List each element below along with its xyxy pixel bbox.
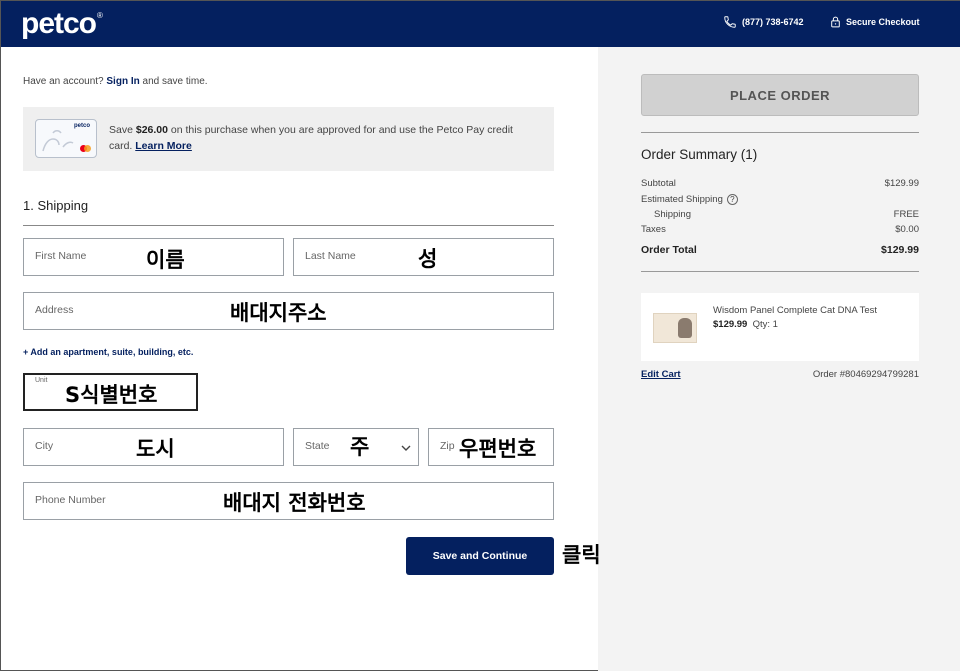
pet-illustration-icon [42,130,74,152]
top-header: petco® (877) 738-6742 Secure Checkout [1,1,960,47]
secure-checkout-label: Secure Checkout [846,17,920,27]
city-placeholder: City [35,440,54,452]
sign-in-link[interactable]: Sign In [106,76,139,87]
cart-item: Wisdom Panel Complete Cat DNA Test $129.… [641,293,919,361]
city-field[interactable]: City 도시 [23,428,284,466]
zip-placeholder: Zip [440,440,455,452]
petco-pay-promo: petco Save $26.00 on this purchase when … [23,107,554,171]
first-name-value: 이름 [146,248,185,272]
unit-field[interactable]: Unit S식별번호 [23,373,198,411]
click-annotation: 클릭 [562,543,601,567]
divider [641,271,919,272]
phone-placeholder: Phone Number [35,494,106,506]
unit-value: S식별번호 [65,383,158,407]
phone-number-field[interactable]: Phone Number 배대지 전화번호 [23,482,554,520]
product-price: $129.99 Qty: 1 [713,319,778,330]
chevron-down-icon [401,445,411,451]
first-name-placeholder: First Name [35,250,87,262]
state-select[interactable]: State 주 [293,428,419,466]
address-field[interactable]: Address 배대지주소 [23,292,554,330]
taxes-row: Taxes $0.00 [641,224,919,235]
petco-pay-card-image: petco [35,119,97,158]
petco-logo[interactable]: petco® [21,7,103,41]
phone-icon [724,16,736,28]
account-prompt: Have an account? Sign In and save time. [23,76,208,87]
subtotal-row: Subtotal $129.99 [641,178,919,189]
edit-cart-link[interactable]: Edit Cart [641,369,681,380]
zip-field[interactable]: Zip 우편번호 [428,428,554,466]
shipping-section-title: 1. Shipping [23,198,89,213]
product-qty: Qty: 1 [752,319,778,330]
address-value: 배대지주소 [230,301,327,325]
last-name-placeholder: Last Name [305,250,356,262]
promo-text: Save $26.00 on this purchase when you ar… [109,124,513,152]
last-name-value: 성 [418,247,438,271]
order-number: Order #80469294799281 [812,369,919,380]
product-image[interactable] [653,313,697,343]
product-name[interactable]: Wisdom Panel Complete Cat DNA Test [713,305,877,316]
help-icon[interactable]: ? [726,194,738,205]
lock-icon [831,16,840,28]
state-placeholder: State [305,440,330,452]
order-summary-title: Order Summary (1) [641,147,758,162]
secure-checkout: Secure Checkout [829,15,920,29]
save-and-continue-button[interactable]: Save and Continue [406,537,554,575]
city-value: 도시 [136,437,175,461]
promo-amount: $26.00 [135,124,168,136]
last-name-field[interactable]: Last Name 성 [293,238,554,276]
phone-link[interactable]: (877) 738-6742 [723,15,804,29]
address-placeholder: Address [35,304,74,316]
add-apartment-link[interactable]: + Add an apartment, suite, building, etc… [23,347,193,357]
first-name-field[interactable]: First Name 이름 [23,238,284,276]
unit-label: Unit [35,377,48,384]
divider [23,225,554,226]
order-total-row: Order Total $129.99 [641,244,919,256]
shipping-row: Shipping FREE [654,209,919,220]
place-order-button[interactable]: PLACE ORDER [641,74,919,116]
phone-number: (877) 738-6742 [742,17,804,27]
zip-value: 우편번호 [459,437,537,461]
estimated-shipping-row: Estimated Shipping? [641,194,919,205]
phone-value: 배대지 전화번호 [223,491,366,515]
divider [641,132,919,133]
learn-more-link[interactable]: Learn More [135,140,192,152]
state-value: 주 [350,435,370,459]
